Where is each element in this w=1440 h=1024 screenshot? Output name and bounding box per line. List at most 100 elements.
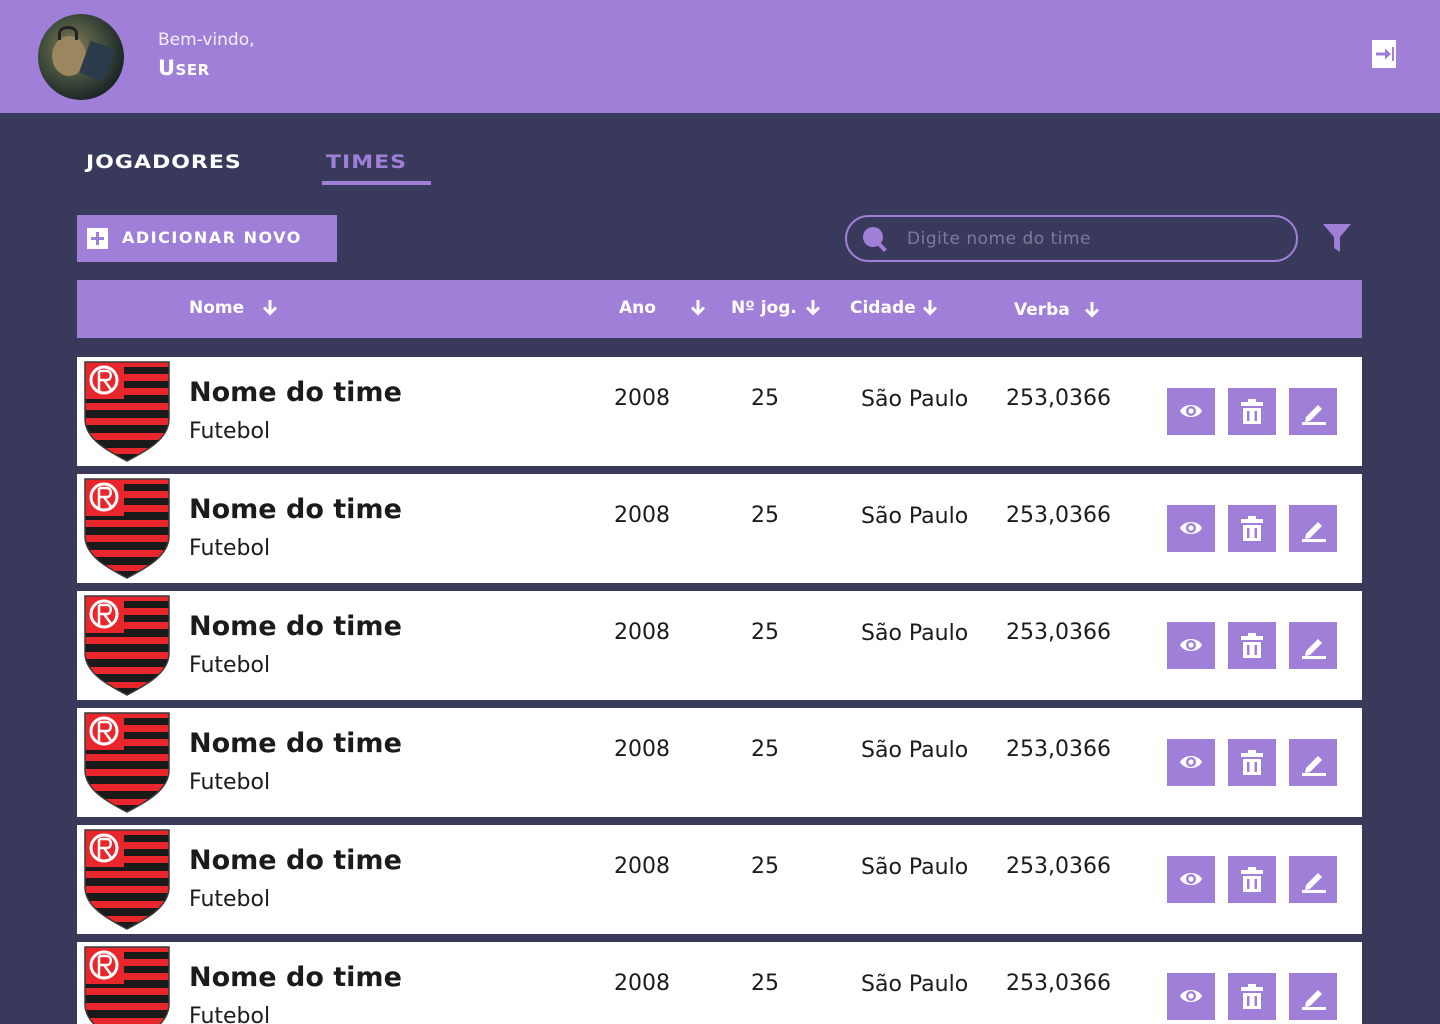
team-name: Nome do time bbox=[189, 962, 402, 993]
view-button[interactable] bbox=[1167, 856, 1215, 903]
team-players-count: 25 bbox=[751, 971, 779, 996]
delete-button[interactable] bbox=[1228, 973, 1276, 1020]
active-tab-indicator bbox=[322, 181, 431, 185]
team-budget: 253,0366 bbox=[1006, 971, 1111, 996]
team-crest-icon bbox=[84, 712, 170, 813]
team-crest-icon bbox=[84, 478, 170, 579]
team-budget: 253,0366 bbox=[1006, 503, 1111, 528]
sort-arrow-icon bbox=[263, 300, 278, 316]
team-sport: Futebol bbox=[189, 536, 271, 561]
team-year: 2008 bbox=[614, 737, 670, 762]
team-city: São Paulo bbox=[861, 972, 969, 997]
team-players-count: 25 bbox=[751, 620, 779, 645]
column-nome[interactable]: Nome bbox=[189, 298, 278, 318]
username: User bbox=[158, 56, 210, 80]
team-sport: Futebol bbox=[189, 419, 271, 444]
team-year: 2008 bbox=[614, 620, 670, 645]
team-name: Nome do time bbox=[189, 377, 402, 408]
eye-icon bbox=[1180, 639, 1202, 651]
table-row[interactable]: Nome do time Futebol 2008 25 São Paulo 2… bbox=[77, 708, 1362, 817]
column-num-jogadores[interactable]: Nº jog. bbox=[731, 298, 821, 318]
sort-arrow-icon bbox=[1084, 302, 1099, 318]
view-button[interactable] bbox=[1167, 973, 1215, 1020]
table-header: Nome Ano Nº jog. Cidade Verba bbox=[77, 280, 1362, 338]
team-year: 2008 bbox=[614, 971, 670, 996]
pencil-icon bbox=[1302, 756, 1326, 776]
tab-jogadores[interactable]: JOGADORES bbox=[86, 152, 242, 173]
delete-button[interactable] bbox=[1228, 622, 1276, 669]
team-sport: Futebol bbox=[189, 887, 271, 912]
edit-button[interactable] bbox=[1289, 505, 1337, 552]
app-header: Bem-vindo, User bbox=[0, 0, 1440, 113]
team-year: 2008 bbox=[614, 503, 670, 528]
team-budget: 253,0366 bbox=[1006, 620, 1111, 645]
table-row[interactable]: Nome do time Futebol 2008 25 São Paulo 2… bbox=[77, 357, 1362, 466]
sort-arrow-icon bbox=[922, 300, 937, 316]
add-new-button[interactable]: ADICIONAR NOVO bbox=[77, 215, 337, 262]
team-crest-icon bbox=[84, 946, 170, 1024]
sort-arrow-icon bbox=[690, 300, 705, 316]
eye-icon bbox=[1180, 522, 1202, 534]
search-icon bbox=[862, 226, 888, 252]
view-button[interactable] bbox=[1167, 622, 1215, 669]
table-row[interactable]: Nome do time Futebol 2008 25 São Paulo 2… bbox=[77, 942, 1362, 1024]
table-row[interactable]: Nome do time Futebol 2008 25 São Paulo 2… bbox=[77, 591, 1362, 700]
team-budget: 253,0366 bbox=[1006, 386, 1111, 411]
team-budget: 253,0366 bbox=[1006, 737, 1111, 762]
trash-icon bbox=[1241, 867, 1263, 892]
column-ano[interactable]: Ano bbox=[619, 298, 706, 318]
edit-button[interactable] bbox=[1289, 856, 1337, 903]
add-new-label: ADICIONAR NOVO bbox=[122, 228, 302, 247]
view-button[interactable] bbox=[1167, 388, 1215, 435]
team-name: Nome do time bbox=[189, 728, 402, 759]
team-city: São Paulo bbox=[861, 621, 969, 646]
team-sport: Futebol bbox=[189, 1004, 271, 1024]
avatar[interactable] bbox=[38, 14, 124, 100]
table-row[interactable]: Nome do time Futebol 2008 25 São Paulo 2… bbox=[77, 474, 1362, 583]
trash-icon bbox=[1241, 516, 1263, 541]
team-year: 2008 bbox=[614, 386, 670, 411]
trash-icon bbox=[1241, 984, 1263, 1009]
team-crest-icon bbox=[84, 829, 170, 930]
eye-icon bbox=[1180, 873, 1202, 885]
view-button[interactable] bbox=[1167, 739, 1215, 786]
trash-icon bbox=[1241, 633, 1263, 658]
team-players-count: 25 bbox=[751, 737, 779, 762]
team-players-count: 25 bbox=[751, 854, 779, 879]
welcome-text: Bem-vindo, bbox=[158, 30, 255, 50]
eye-icon bbox=[1180, 405, 1202, 417]
plus-icon bbox=[87, 228, 108, 249]
eye-icon bbox=[1180, 990, 1202, 1002]
column-verba[interactable]: Verba bbox=[1014, 300, 1100, 320]
sort-arrow-icon bbox=[805, 300, 820, 316]
delete-button[interactable] bbox=[1228, 505, 1276, 552]
delete-button[interactable] bbox=[1228, 856, 1276, 903]
search-input[interactable] bbox=[907, 226, 1277, 252]
tab-times[interactable]: TIMES bbox=[326, 152, 407, 173]
team-players-count: 25 bbox=[751, 386, 779, 411]
pencil-icon bbox=[1302, 990, 1326, 1010]
logout-icon[interactable] bbox=[1372, 40, 1396, 68]
pencil-icon bbox=[1302, 639, 1326, 659]
filter-icon[interactable] bbox=[1322, 222, 1352, 254]
eye-icon bbox=[1180, 756, 1202, 768]
team-city: São Paulo bbox=[861, 855, 969, 880]
column-cidade[interactable]: Cidade bbox=[850, 298, 938, 318]
delete-button[interactable] bbox=[1228, 388, 1276, 435]
team-name: Nome do time bbox=[189, 494, 402, 525]
team-budget: 253,0366 bbox=[1006, 854, 1111, 879]
team-crest-icon bbox=[84, 361, 170, 462]
edit-button[interactable] bbox=[1289, 622, 1337, 669]
edit-button[interactable] bbox=[1289, 739, 1337, 786]
table-row[interactable]: Nome do time Futebol 2008 25 São Paulo 2… bbox=[77, 825, 1362, 934]
pencil-icon bbox=[1302, 405, 1326, 425]
view-button[interactable] bbox=[1167, 505, 1215, 552]
edit-button[interactable] bbox=[1289, 388, 1337, 435]
team-crest-icon bbox=[84, 595, 170, 696]
team-name: Nome do time bbox=[189, 845, 402, 876]
delete-button[interactable] bbox=[1228, 739, 1276, 786]
team-city: São Paulo bbox=[861, 738, 969, 763]
pencil-icon bbox=[1302, 873, 1326, 893]
edit-button[interactable] bbox=[1289, 973, 1337, 1020]
search-box[interactable] bbox=[845, 215, 1298, 262]
